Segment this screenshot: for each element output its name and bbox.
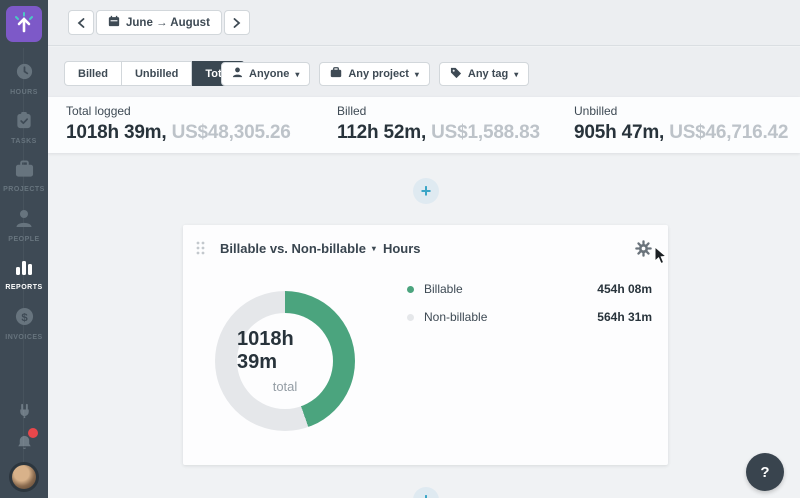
member-filter-label: Anyone (249, 68, 289, 80)
sidebar-item-reports[interactable]: REPORTS (0, 250, 48, 299)
summary-value: 905h 47m, US$46,716.42 (574, 122, 788, 144)
summary-amount: US$46,716.42 (669, 122, 788, 143)
chevron-down-icon: ▾ (372, 244, 376, 253)
chevron-left-icon (77, 18, 85, 28)
person-small-icon (232, 67, 243, 81)
sidebar-item-label: INVOICES (5, 334, 42, 341)
summary-amount: US$1,588.83 (431, 122, 540, 143)
legend-value: 454h 08m (597, 282, 652, 296)
chevron-down-icon: ▾ (295, 70, 299, 79)
project-filter-dropdown[interactable]: Any project ▾ (319, 62, 430, 86)
sidebar-item-projects[interactable]: PROJECTS (0, 152, 48, 201)
sidebar-item-people[interactable]: PEOPLE (0, 201, 48, 250)
drag-handle-icon[interactable] (196, 241, 205, 255)
card-settings-button[interactable] (635, 240, 652, 257)
svg-text:$: $ (21, 311, 28, 323)
tasks-clipboard-icon (15, 111, 33, 135)
tag-icon (450, 67, 462, 82)
summary-value: 112h 52m, US$1,588.83 (337, 122, 540, 144)
date-navigation: June → August (68, 10, 250, 35)
legend-row-non-billable: Non-billable 564h 31m (407, 305, 652, 329)
summary-unbilled: Unbilled 905h 47m, US$46,716.42 (574, 104, 788, 144)
sidebar-item-label: REPORTS (5, 284, 42, 291)
summary-value: 1018h 39m, US$48,305.26 (66, 122, 291, 144)
legend-row-billable: Billable 454h 08m (407, 277, 652, 301)
summary-hours: 1018h 39m, (66, 122, 166, 143)
billable-donut-chart[interactable]: 1018h 39m total (215, 291, 355, 431)
card-header: Billable vs. Non-billable ▾ Hours (183, 225, 668, 271)
gear-icon (635, 240, 652, 257)
member-filter-dropdown[interactable]: Anyone ▾ (221, 62, 310, 86)
person-icon (15, 209, 33, 233)
summary-hours: 112h 52m, (337, 122, 426, 143)
dollar-circle-icon: $ (15, 307, 34, 331)
chevron-right-icon (233, 18, 241, 28)
date-range-label: June → August (126, 17, 210, 29)
donut-total-label: total (273, 379, 298, 394)
summary-label: Unbilled (574, 104, 788, 118)
sidebar-item-invoices[interactable]: $ INVOICES (0, 299, 48, 348)
sidebar-item-tasks[interactable]: TASKS (0, 103, 48, 152)
segment-billed[interactable]: Billed (64, 61, 122, 86)
sidebar-item-label: TASKS (11, 138, 37, 145)
report-type-dropdown[interactable]: Billable vs. Non-billable ▾ (220, 241, 376, 256)
next-period-button[interactable] (224, 10, 250, 35)
help-button[interactable]: ? (746, 453, 784, 491)
summary-billed: Billed 112h 52m, US$1,588.83 (337, 104, 540, 144)
report-type-label: Billable vs. Non-billable (220, 241, 366, 256)
app-logo[interactable] (6, 6, 42, 42)
segment-unbilled[interactable]: Unbilled (122, 61, 192, 86)
filters-row: Billed Unbilled Total Anyone ▾ Any proje… (48, 47, 800, 97)
app-window: HOURS TASKS PROJECTS PEOPLE (0, 0, 800, 498)
hubstaff-arrow-icon (11, 9, 37, 40)
tag-filter-dropdown[interactable]: Any tag ▾ (439, 62, 529, 86)
card-body: 1018h 39m total Billable 454h 08m Non-bi… (183, 271, 668, 431)
add-report-button[interactable]: + (413, 178, 439, 204)
summary-amount: US$48,305.26 (172, 122, 291, 143)
add-report-button-bottom[interactable]: + (413, 487, 439, 498)
summary-bar: Total logged 1018h 39m, US$48,305.26 Bil… (48, 97, 800, 153)
notifications-button[interactable] (0, 434, 48, 456)
summary-label: Billed (337, 104, 540, 118)
legend-value: 564h 31m (597, 310, 652, 324)
sidebar-item-label: PEOPLE (8, 236, 39, 243)
tag-filter-label: Any tag (468, 68, 508, 80)
calendar-icon (108, 15, 120, 30)
notification-badge (28, 428, 38, 438)
summary-total-logged: Total logged 1018h 39m, US$48,305.26 (66, 104, 291, 144)
mouse-cursor (654, 246, 667, 270)
chevron-down-icon: ▾ (415, 70, 419, 79)
legend-label: Non-billable (424, 310, 487, 324)
report-unit-label: Hours (383, 241, 421, 256)
sidebar-item-label: HOURS (10, 89, 38, 96)
legend-label: Billable (424, 282, 463, 296)
donut-total-value: 1018h 39m (237, 328, 333, 374)
sidebar: HOURS TASKS PROJECTS PEOPLE (0, 0, 48, 498)
briefcase-icon (15, 160, 34, 183)
chart-legend: Billable 454h 08m Non-billable 564h 31m (407, 277, 652, 431)
user-avatar[interactable] (9, 462, 39, 492)
billing-segmented-control: Billed Unbilled Total (64, 61, 245, 86)
summary-label: Total logged (66, 104, 291, 118)
sidebar-nav: HOURS TASKS PROJECTS PEOPLE (0, 54, 48, 348)
summary-hours: 905h 47m, (574, 122, 664, 143)
prev-period-button[interactable] (68, 10, 94, 35)
clock-icon (15, 62, 34, 86)
sidebar-item-label: PROJECTS (3, 186, 45, 193)
donut-center: 1018h 39m total (237, 313, 333, 409)
billable-dot-icon (407, 286, 414, 293)
bar-chart-icon (15, 258, 33, 281)
date-range-button[interactable]: June → August (96, 10, 222, 35)
briefcase-small-icon (330, 67, 342, 81)
chevron-down-icon: ▾ (514, 70, 518, 79)
plug-icon (16, 402, 33, 424)
avatar-photo (12, 465, 36, 489)
non-billable-dot-icon (407, 314, 414, 321)
project-filter-label: Any project (348, 68, 409, 80)
sidebar-item-hours[interactable]: HOURS (0, 54, 48, 103)
billable-report-card: Billable vs. Non-billable ▾ Hours (183, 225, 668, 465)
integrations-button[interactable] (0, 402, 48, 424)
filter-dropdowns: Anyone ▾ Any project ▾ Any tag ▾ (221, 62, 529, 86)
top-bar: June → August (48, 0, 800, 46)
